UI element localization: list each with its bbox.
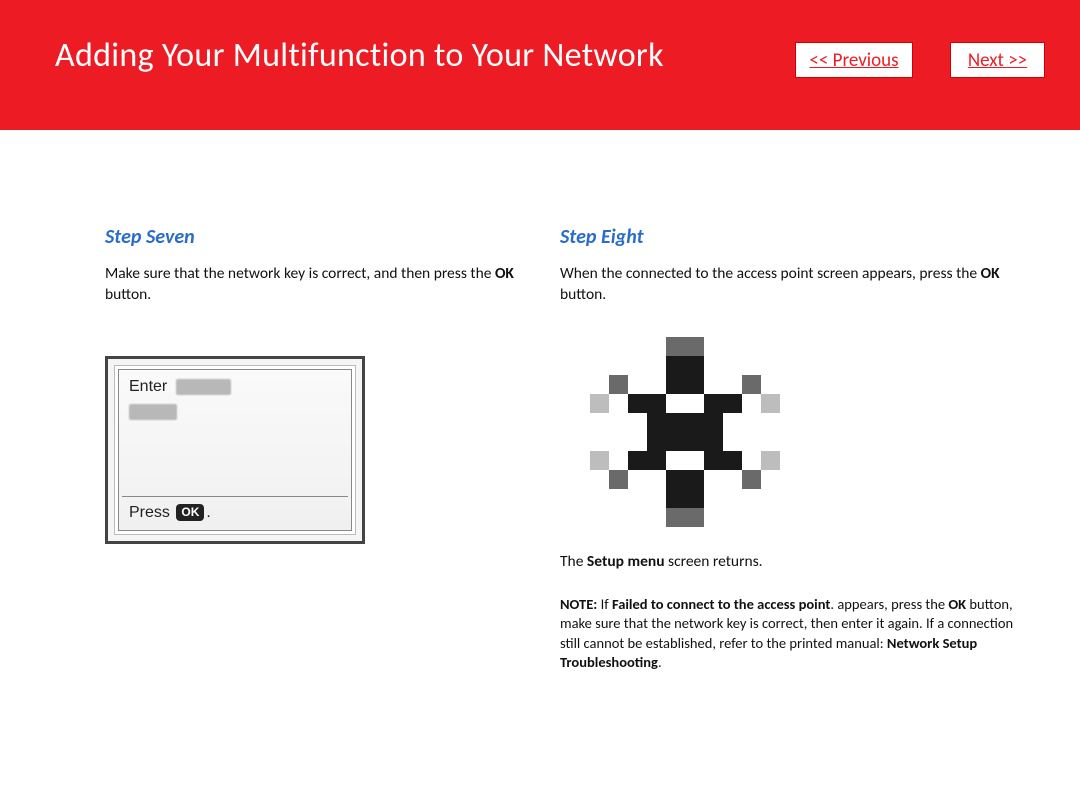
lcd-ok-pill: OK xyxy=(176,504,204,521)
text-fragment: If xyxy=(597,595,612,613)
lcd-enter-line: Enter xyxy=(129,378,231,396)
ok-bold: OK xyxy=(948,595,966,613)
lcd-divider xyxy=(122,496,348,498)
pixelated-asterisk-icon xyxy=(590,332,780,532)
lcd-screenshot: Enter Press OK. xyxy=(105,356,365,544)
step-seven-column: Step Seven Make sure that the network ke… xyxy=(105,225,515,544)
ok-bold: OK xyxy=(981,264,1000,283)
setup-menu-returns-text: The Setup menu screen returns. xyxy=(560,552,1035,573)
note-lead-bold: NOTE: xyxy=(560,595,597,613)
step-eight-text: When the connected to the access point s… xyxy=(560,264,1035,306)
text-fragment: . xyxy=(658,653,662,671)
manual-page: Adding Your Multifunction to Your Networ… xyxy=(0,0,1080,810)
ok-bold: OK xyxy=(495,264,514,283)
step-eight-heading: Step Eight xyxy=(560,225,1035,249)
text-fragment: The xyxy=(560,552,587,571)
failed-connect-bold: Failed to connect to the access point xyxy=(612,595,830,613)
blurred-network-name xyxy=(176,379,231,395)
page-title: Adding Your Multifunction to Your Networ… xyxy=(55,35,664,76)
text-fragment: . appears, press the xyxy=(830,595,948,613)
text-fragment: Make sure that the network key is correc… xyxy=(105,264,495,283)
text-fragment: button. xyxy=(105,285,151,304)
blurred-network-key xyxy=(129,404,177,420)
lcd-press-word: Press xyxy=(129,504,170,521)
next-button[interactable]: Next >> xyxy=(950,42,1045,78)
setup-menu-bold: Setup menu xyxy=(587,552,665,571)
step-seven-heading: Step Seven xyxy=(105,225,515,249)
previous-button[interactable]: << Previous xyxy=(795,42,913,78)
page-number: 8 xyxy=(1024,769,1032,788)
content-area: Step Seven Make sure that the network ke… xyxy=(0,130,1080,810)
text-fragment: screen returns. xyxy=(665,552,763,571)
step-eight-column: Step Eight When the connected to the acc… xyxy=(560,225,1035,673)
lcd-enter-word: Enter xyxy=(129,378,167,395)
text-fragment: button. xyxy=(560,285,606,304)
note-text: NOTE: If Failed to connect to the access… xyxy=(560,595,1035,673)
lcd-press-line: Press OK. xyxy=(129,504,211,522)
step-seven-text: Make sure that the network key is correc… xyxy=(105,264,515,306)
lcd-screen: Enter Press OK. xyxy=(118,369,352,531)
lcd-period: . xyxy=(206,504,210,521)
header-bar: Adding Your Multifunction to Your Networ… xyxy=(0,0,1080,130)
text-fragment: When the connected to the access point s… xyxy=(560,264,981,283)
